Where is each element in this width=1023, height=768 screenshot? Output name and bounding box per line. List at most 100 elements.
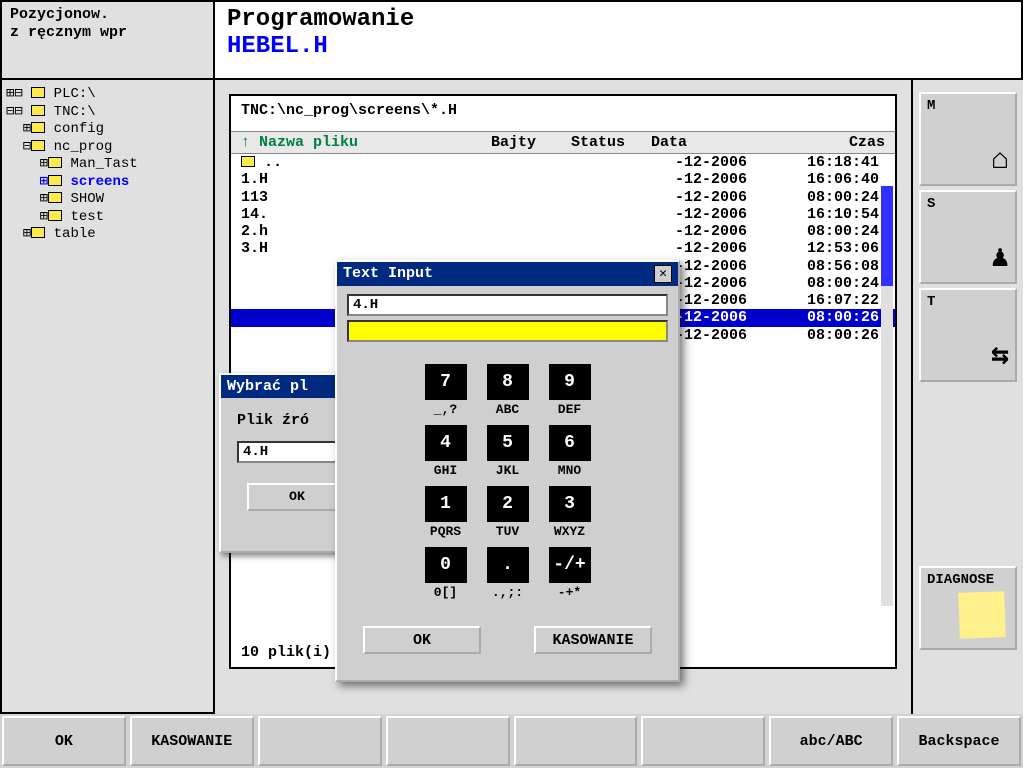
file-list-header[interactable]: Nazwa pliku Bajty Status Data Czas — [231, 131, 895, 154]
file-time: 08:00:24 — [795, 223, 885, 240]
tree-node[interactable]: ⊞ table — [6, 226, 209, 244]
file-time: 08:00:24 — [795, 275, 885, 292]
tree-node[interactable]: ⊞ test — [6, 209, 209, 227]
file-time: 08:56:08 — [795, 258, 885, 275]
title-area: Programowanie HEBEL.H — [215, 0, 1023, 80]
ok-button[interactable]: OK — [363, 626, 481, 654]
tool-icon: ⇆ — [991, 337, 1009, 374]
mode-line1: Pozycjonow. — [10, 6, 205, 24]
file-date: -12-2006 — [675, 154, 795, 171]
text-input-field[interactable] — [347, 294, 668, 316]
tree-node[interactable]: ⊞ config — [6, 121, 209, 139]
file-time: 08:00:24 — [795, 189, 885, 206]
file-time: 16:07:22 — [795, 292, 885, 309]
file-time: 16:06:40 — [795, 171, 885, 188]
file-time: 16:18:41 — [795, 154, 885, 171]
tree-node-tnc[interactable]: ⊟⊟ TNC:\ — [6, 104, 209, 122]
file-row[interactable]: 113 -12-200608:00:24 — [231, 189, 895, 206]
col-header-name[interactable]: Nazwa pliku — [241, 134, 491, 151]
keypad-key-3[interactable]: 3 — [549, 486, 591, 522]
numeric-keypad: 7_,?8ABC9DEF4GHI5JKL6MNO1PQRS2TUV3WXYZ00… — [415, 364, 601, 606]
directory-tree[interactable]: ⊞⊟ PLC:\ ⊟⊟ TNC:\ ⊞ config ⊟ nc_prog ⊞ M… — [0, 80, 215, 714]
file-time: 16:10:54 — [795, 206, 885, 223]
softkey-empty — [258, 716, 382, 766]
folder-icon — [48, 175, 62, 186]
file-row[interactable]: 2.h-12-200608:00:24 — [231, 223, 895, 240]
softkey-empty — [386, 716, 510, 766]
keypad-sublabel: _,? — [415, 400, 477, 423]
file-time: 12:53:06 — [795, 240, 885, 257]
keypad-key-1[interactable]: 1 — [425, 486, 467, 522]
col-header-bytes[interactable]: Bajty — [491, 134, 571, 151]
softkey-bar: OKKASOWANIE abc/ABCBackspace — [0, 714, 1023, 768]
keypad-key-7[interactable]: 7 — [425, 364, 467, 400]
tree-node[interactable]: ⊞ SHOW — [6, 191, 209, 209]
text-input-dialog: Text Input ✕ 7_,?8ABC9DEF4GHI5JKL6MNO1PQ… — [335, 260, 680, 682]
tree-node[interactable]: ⊞ Man_Tast — [6, 156, 209, 174]
side-btn-diagnose[interactable]: DIAGNOSE — [919, 566, 1017, 650]
keypad-key-5[interactable]: 5 — [487, 425, 529, 461]
keypad-key-8[interactable]: 8 — [487, 364, 529, 400]
folder-icon — [48, 192, 62, 203]
keypad-sublabel: TUV — [477, 522, 539, 545]
col-header-date[interactable]: Data — [651, 134, 761, 151]
side-btn-m[interactable]: M ⌂ — [919, 92, 1017, 186]
drive-icon — [31, 87, 45, 98]
file-name: 3.H — [241, 240, 491, 257]
file-row[interactable]: .. -12-200616:18:41 — [231, 154, 895, 171]
keypad-key--/+[interactable]: -/+ — [549, 547, 591, 583]
softkey-empty — [641, 716, 765, 766]
keypad-key-4[interactable]: 4 — [425, 425, 467, 461]
keypad-key-2[interactable]: 2 — [487, 486, 529, 522]
file-date: -12-2006 — [675, 240, 795, 257]
file-name: .. — [241, 154, 491, 171]
file-date: -12-2006 — [675, 189, 795, 206]
tree-node-plc[interactable]: ⊞⊟ PLC:\ — [6, 86, 209, 104]
side-panel: M ⌂ S ♟ T ⇆ DIAGNOSE — [913, 80, 1023, 714]
tree-node[interactable]: ⊟ nc_prog — [6, 139, 209, 157]
keypad-key-6[interactable]: 6 — [549, 425, 591, 461]
file-time: 08:00:26 — [795, 327, 885, 344]
softkey-ok[interactable]: OK — [2, 716, 126, 766]
folder-icon — [48, 210, 62, 221]
keypad-sublabel: JKL — [477, 461, 539, 484]
folder-icon — [31, 227, 45, 238]
col-header-time[interactable]: Czas — [761, 134, 885, 151]
side-btn-s[interactable]: S ♟ — [919, 190, 1017, 284]
ok-button[interactable]: OK — [247, 483, 347, 511]
softkey-backspace[interactable]: Backspace — [897, 716, 1021, 766]
page-title: Programowanie — [227, 6, 1009, 33]
dialog-title: Text Input — [343, 265, 654, 283]
file-row[interactable]: 1.H -12-200616:06:40 — [231, 171, 895, 188]
note-icon — [958, 591, 1006, 639]
file-date: -12-2006 — [675, 275, 795, 292]
file-date: -12-2006 — [675, 327, 795, 344]
file-name: 1.H — [241, 171, 491, 188]
file-time: 08:00:26 — [795, 309, 885, 326]
file-row[interactable]: 3.H -12-200612:53:06 — [231, 240, 895, 257]
file-date: -12-2006 — [675, 223, 795, 240]
scrollbar-thumb[interactable] — [881, 186, 893, 286]
softkey-abcabc[interactable]: abc/ABC — [769, 716, 893, 766]
tree-node-selected[interactable]: ⊞ screens — [6, 174, 209, 192]
softkey-kasowanie[interactable]: KASOWANIE — [130, 716, 254, 766]
keypad-sublabel: -+* — [539, 583, 601, 606]
side-btn-t[interactable]: T ⇆ — [919, 288, 1017, 382]
clear-button[interactable]: KASOWANIE — [534, 626, 652, 654]
keypad-sublabel: PQRS — [415, 522, 477, 545]
file-name: 113 — [241, 189, 491, 206]
file-scrollbar[interactable] — [881, 186, 893, 606]
text-highlight-field[interactable] — [347, 320, 668, 342]
folder-icon — [241, 156, 255, 167]
col-header-status[interactable]: Status — [571, 134, 651, 151]
mode-line2: z ręcznym wpr — [10, 24, 205, 42]
file-date: -12-2006 — [675, 309, 795, 326]
close-icon[interactable]: ✕ — [654, 265, 672, 283]
active-file: HEBEL.H — [227, 33, 1009, 60]
drive-icon — [31, 105, 45, 116]
keypad-key-9[interactable]: 9 — [549, 364, 591, 400]
file-row[interactable]: 14.-12-200616:10:54 — [231, 206, 895, 223]
keypad-key-.[interactable]: . — [487, 547, 529, 583]
keypad-key-0[interactable]: 0 — [425, 547, 467, 583]
file-date: -12-2006 — [675, 171, 795, 188]
